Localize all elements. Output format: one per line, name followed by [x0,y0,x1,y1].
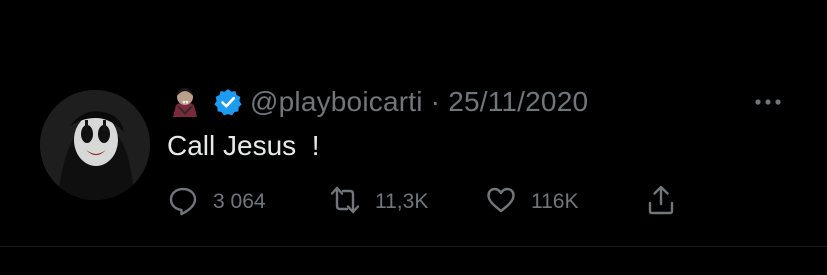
author-handle[interactable]: @playboicarti [250,86,423,118]
retweet-button[interactable]: 11,3K [329,184,428,220]
like-count: 116K [531,190,579,213]
more-options-icon[interactable] [753,92,783,112]
reply-count: 3 064 [213,190,266,213]
reply-button[interactable]: 3 064 [167,184,266,220]
tweet-text: Call Jesus ! [167,130,320,161]
tweet-header: @playboicarti · 25/11/2020 [170,84,588,120]
like-button[interactable]: 116K [485,184,579,220]
separator-dot: · [430,86,441,117]
tweet-date[interactable]: 25/11/2020 [448,86,588,118]
avatar[interactable] [40,90,150,200]
verified-badge-icon [214,88,242,116]
divider [0,246,827,247]
reply-icon [167,184,199,221]
tweet[interactable]: @playboicarti · 25/11/2020 Call Jesus ! … [0,0,827,275]
retweet-icon [329,184,361,221]
retweet-count: 11,3K [375,190,429,213]
share-button[interactable] [645,184,677,220]
tweet-actions: 3 064 11,3K 116K [167,184,687,220]
heart-icon [485,184,517,221]
share-icon [645,184,677,221]
vampire-emoji-icon [170,85,200,119]
